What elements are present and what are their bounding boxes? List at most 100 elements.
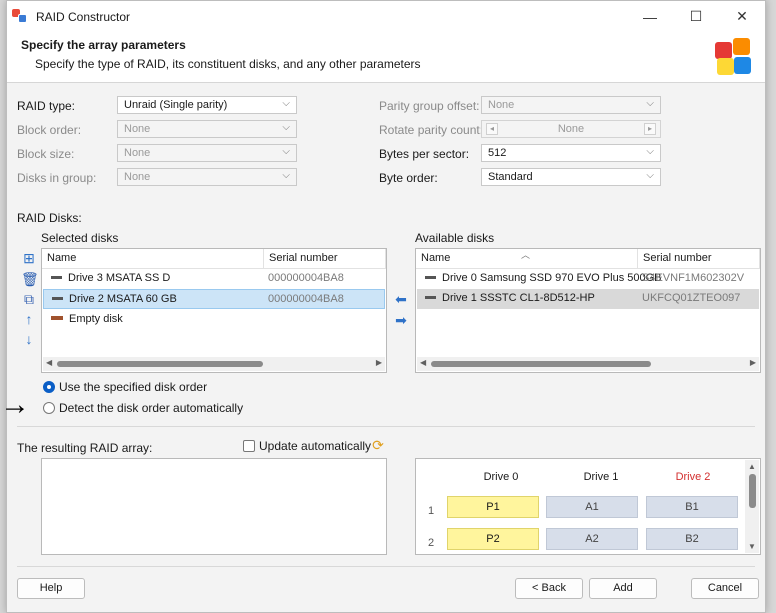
move-up-icon[interactable]: ↑ — [21, 311, 37, 327]
close-button[interactable]: ✕ — [719, 1, 765, 32]
chevron-down-icon: ⌵ — [282, 98, 290, 109]
move-down-icon[interactable]: ↓ — [21, 331, 37, 347]
block-cell: P2 — [447, 528, 539, 550]
pointer-arrow-icon: → — [0, 388, 30, 421]
block-cell: P1 — [447, 496, 539, 518]
rotate-parity-count-value: None — [557, 123, 585, 135]
resulting-array-textbox[interactable] — [41, 458, 387, 555]
empty-disk-icon — [51, 316, 63, 321]
disk-serial: 000000004BA8 — [268, 293, 344, 305]
header-subtitle: Specify the type of RAID, its constituen… — [35, 57, 421, 71]
scroll-left-icon[interactable]: ◀ — [46, 358, 52, 367]
disk-serial: S4EVNF1M602302V — [642, 272, 745, 284]
use-specified-order-radio[interactable] — [43, 381, 55, 393]
add-button[interactable]: Add — [589, 578, 657, 599]
block-cell: A1 — [546, 496, 638, 518]
column-header-name-label: Name — [421, 252, 451, 264]
use-specified-order-label: Use the specified disk order — [59, 380, 208, 394]
vertical-scrollbar[interactable]: ▲ ▼ — [745, 460, 759, 553]
raid-type-select[interactable]: Unraid (Single parity) ⌵ — [117, 96, 297, 114]
drive-icon — [425, 275, 436, 279]
drive-icon — [425, 295, 436, 299]
block-cell: B1 — [646, 496, 738, 518]
drive-1-header: Drive 1 — [583, 471, 619, 483]
detect-order-auto-radio[interactable] — [43, 402, 55, 414]
disk-name: Drive 0 Samsung SSD 970 EVO Plus 500GB — [442, 272, 662, 284]
selected-disk-row[interactable]: Drive 2 MSATA 60 GB 000000004BA8 — [43, 289, 385, 309]
column-header-serial[interactable]: Serial number — [638, 249, 760, 269]
minimize-button[interactable]: — — [627, 1, 673, 32]
footer-divider — [17, 566, 755, 567]
raid-constructor-app-icon — [12, 8, 28, 25]
parity-group-offset-label: Parity group offset: — [379, 99, 480, 113]
chevron-down-icon: ⌵ — [282, 170, 290, 181]
window-controls: — ☐ ✕ — [627, 1, 765, 32]
selected-disks-label: Selected disks — [41, 231, 119, 245]
disks-in-group-label: Disks in group: — [17, 171, 97, 185]
cancel-button[interactable]: Cancel — [691, 578, 759, 599]
maximize-button[interactable]: ☐ — [673, 1, 719, 32]
block-order-select[interactable]: None ⌵ — [117, 120, 297, 138]
bytes-per-sector-value: 512 — [488, 147, 507, 159]
block-cell: B2 — [646, 528, 738, 550]
available-disks-list[interactable]: Name ︿ Serial number Drive 0 Samsung SSD … — [415, 248, 761, 373]
selected-disk-row[interactable]: Drive 3 MSATA SS D 000000004BA8 — [43, 269, 385, 289]
scrollbar-thumb[interactable] — [431, 361, 651, 367]
row-number: 2 — [428, 537, 435, 549]
move-right-icon[interactable]: ➡ — [393, 312, 409, 328]
disks-in-group-select[interactable]: None ⌵ — [117, 168, 297, 186]
block-size-select[interactable]: None ⌵ — [117, 144, 297, 162]
detect-order-auto-label: Detect the disk order automatically — [59, 401, 244, 415]
scrollbar-thumb[interactable] — [749, 474, 756, 508]
increment-icon[interactable]: ▸ — [644, 123, 656, 135]
title-bar: RAID Constructor — ☐ ✕ — [7, 1, 765, 32]
resulting-array-label: The resulting RAID array: — [17, 441, 153, 455]
section-divider — [17, 426, 755, 427]
horizontal-scrollbar[interactable]: ◀ ▶ — [417, 357, 759, 371]
disk-name: Drive 2 MSATA 60 GB — [69, 293, 177, 305]
chevron-down-icon: ⌵ — [646, 170, 654, 181]
selected-disks-list[interactable]: Name Serial number Drive 3 MSATA SS D 00… — [41, 248, 387, 373]
trash-icon[interactable]: 🗑 — [21, 271, 39, 287]
scroll-right-icon[interactable]: ▶ — [376, 358, 382, 367]
byte-order-select[interactable]: Standard ⌵ — [481, 168, 661, 186]
block-order-value: None — [124, 123, 151, 135]
refresh-icon[interactable]: ⟳ — [370, 437, 386, 453]
scroll-up-icon[interactable]: ▲ — [748, 462, 756, 471]
column-header-name[interactable]: Name ︿ — [416, 249, 638, 269]
back-button[interactable]: < Back — [515, 578, 583, 599]
rotate-parity-count-spinner[interactable]: ◂ None ▸ — [481, 120, 661, 138]
scrollbar-thumb[interactable] — [57, 361, 263, 367]
parity-group-offset-select[interactable]: None ⌵ — [481, 96, 661, 114]
disk-name: Empty disk — [69, 313, 123, 325]
available-disk-row[interactable]: Drive 1 SSSTC CL1-8D512-HP UKFCQ01ZTEO09… — [417, 289, 759, 309]
horizontal-scrollbar[interactable]: ◀ ▶ — [43, 357, 385, 371]
selected-disk-row[interactable]: Empty disk — [43, 310, 385, 330]
block-order-label: Block order: — [17, 123, 82, 137]
move-left-icon[interactable]: ⬅ — [393, 291, 409, 307]
column-header-serial[interactable]: Serial number — [264, 249, 386, 269]
raid-type-value: Unraid (Single parity) — [124, 99, 228, 111]
update-automatically-checkbox[interactable] — [243, 440, 255, 452]
column-header-name[interactable]: Name — [42, 249, 264, 269]
help-button[interactable]: Help — [17, 578, 85, 599]
scroll-right-icon[interactable]: ▶ — [750, 358, 756, 367]
disk-name: Drive 1 SSSTC CL1-8D512-HP — [442, 292, 595, 304]
wizard-header: Specify the array parameters Specify the… — [7, 32, 765, 83]
raid-constructor-window: RAID Constructor — ☐ ✕ Specify the array… — [6, 0, 766, 613]
background-window-right — [766, 0, 776, 613]
header-title: Specify the array parameters — [21, 38, 186, 52]
drive-icon — [52, 296, 63, 300]
chevron-down-icon: ⌵ — [646, 146, 654, 157]
available-disk-row[interactable]: Drive 0 Samsung SSD 970 EVO Plus 500GB S… — [417, 269, 759, 289]
raid-type-label: RAID type: — [17, 99, 76, 113]
copy-disk-icon[interactable]: ⧉ — [21, 291, 37, 307]
byte-order-label: Byte order: — [379, 171, 438, 185]
wizard-content: RAID type: Unraid (Single parity) ⌵ Block… — [7, 84, 765, 612]
scroll-down-icon[interactable]: ▼ — [748, 542, 756, 551]
update-automatically-label: Update automatically — [259, 439, 372, 453]
bytes-per-sector-select[interactable]: 512 ⌵ — [481, 144, 661, 162]
scroll-left-icon[interactable]: ◀ — [420, 358, 426, 367]
rotate-parity-count-label: Rotate parity count: — [379, 123, 484, 137]
add-disk-icon[interactable]: ⊞ — [21, 250, 37, 266]
